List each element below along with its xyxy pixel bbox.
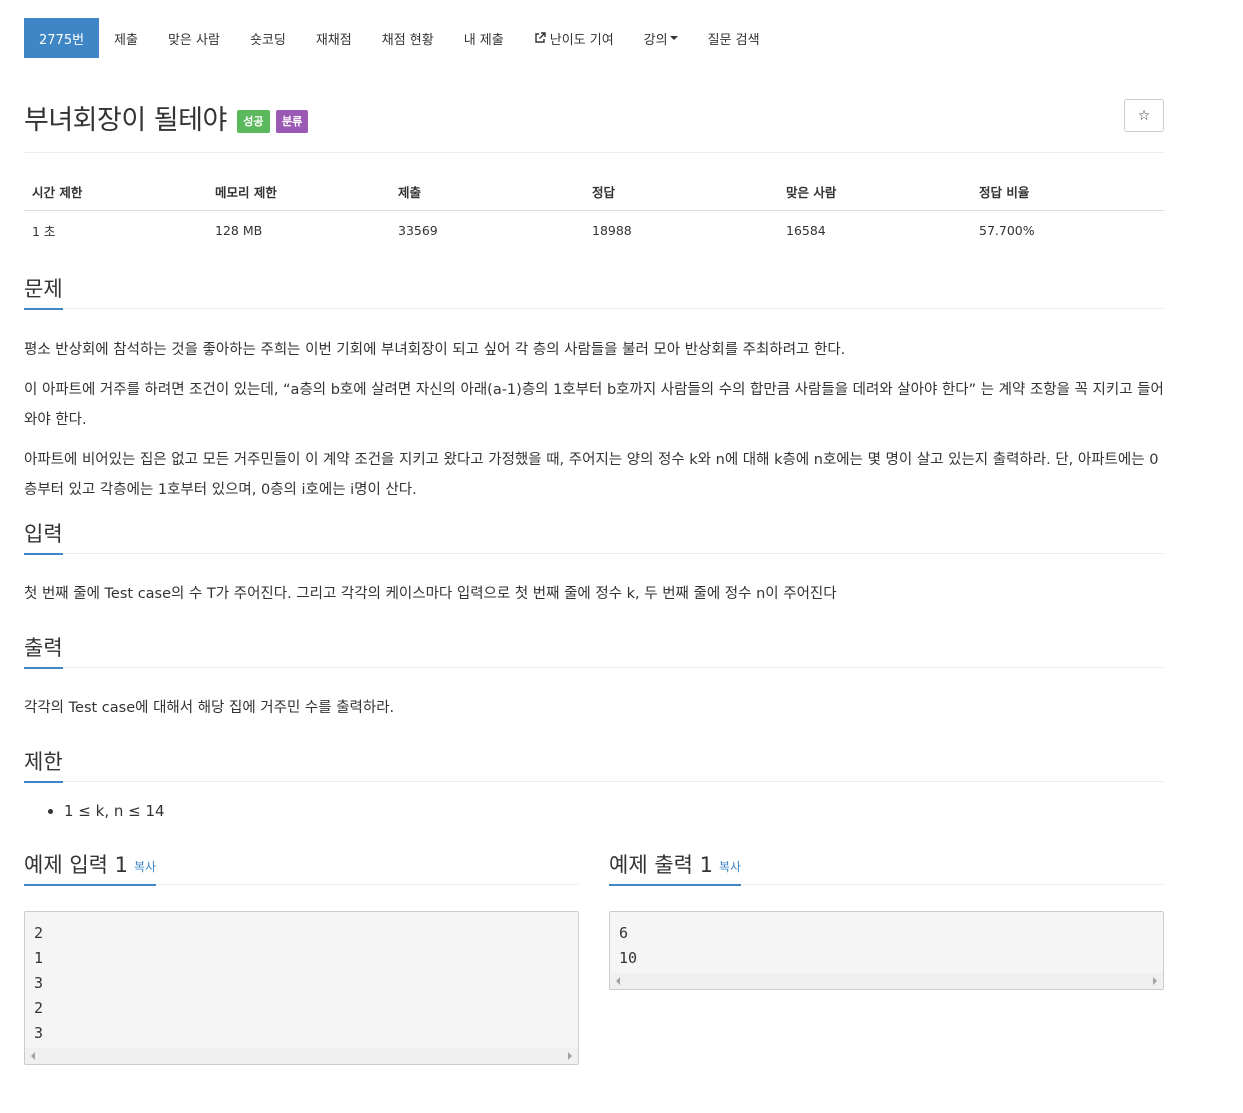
problem-headline: 문제 <box>24 264 1164 310</box>
problem-info-table: 시간 제한 메모리 제한 제출 정답 맞은 사람 정답 비율 1 초 128 M… <box>24 172 1164 250</box>
output-section-title: 출력 <box>24 624 63 669</box>
sample-output-box[interactable]: 6 10 <box>609 911 1164 990</box>
limit-item: 1 ≤ k, n ≤ 14 <box>64 800 1164 822</box>
info-value-accuracy: 57.700% <box>979 223 1035 238</box>
info-value-accepted: 18988 <box>592 223 632 238</box>
nav-tab-my-submissions-label: 내 제출 <box>463 32 504 48</box>
nav-tab-rejudge[interactable]: 재채점 <box>301 18 367 58</box>
info-value-time-limit: 1 초 <box>32 224 56 239</box>
nav-tab-submit-label: 제출 <box>114 32 138 48</box>
status-badge-success: 성공 <box>237 110 270 133</box>
sample-output-title-text: 예제 출력 1 <box>609 853 713 877</box>
info-header-row: 시간 제한 메모리 제한 제출 정답 맞은 사람 정답 비율 <box>24 172 1164 211</box>
nav-tab-rejudge-label: 재채점 <box>315 32 352 48</box>
copy-sample-input-button[interactable]: 복사 <box>134 860 156 874</box>
problem-section: 문제 평소 반상회에 참석하는 것을 좋아하는 주희는 이번 기회에 부녀회장이… <box>24 264 1164 505</box>
input-text: 첫 번째 줄에 Test case의 수 T가 주어진다. 그리고 각각의 케이… <box>24 586 837 602</box>
problem-paragraph: 평소 반상회에 참석하는 것을 좋아하는 주희는 이번 기회에 부녀회장이 되고… <box>24 342 846 358</box>
nav-tab-submit[interactable]: 제출 <box>99 18 153 58</box>
nav-tab-status[interactable]: 채점 현황 <box>367 18 449 58</box>
info-header-accepted: 정답 <box>584 172 778 211</box>
info-header-accuracy: 정답 비율 <box>971 172 1164 211</box>
output-section: 출력 각각의 Test case에 대해서 해당 집에 거주민 수를 출력하라. <box>24 623 1164 723</box>
problem-title: 부녀회장이 될테야 <box>24 105 227 136</box>
problem-paragraph: 이 아파트에 거주를 하려면 조건이 있는데, “a층의 b호에 살려면 자신의… <box>24 382 1164 428</box>
info-value-submissions: 33569 <box>398 223 438 238</box>
scroll-left-icon[interactable] <box>31 1052 35 1060</box>
scroll-left-icon[interactable] <box>616 977 620 985</box>
nav-tab-problem[interactable]: 2775번 <box>24 18 100 58</box>
nav-tab-accepted-users-label: 맞은 사람 <box>167 32 220 48</box>
sample-output-scrollbar[interactable] <box>610 973 1163 989</box>
caret-down-icon <box>669 36 678 40</box>
nav-tab-difficulty-contribution[interactable]: 난이도 기여 <box>519 18 629 58</box>
sample-input-column: 예제 입력 1 복사 2 1 3 2 3 <box>24 840 579 1065</box>
input-description: 첫 번째 줄에 Test case의 수 T가 주어진다. 그리고 각각의 케이… <box>24 554 1164 609</box>
problem-nav: 2775번 제출 맞은 사람 숏코딩 재채점 채점 현황 내 제출 난이도 기여… <box>24 18 1164 58</box>
favorite-star-button[interactable]: ☆ <box>1124 99 1164 132</box>
sample-input-title-text: 예제 입력 1 <box>24 853 128 877</box>
scroll-right-icon[interactable] <box>1153 977 1157 985</box>
limit-headline: 제한 <box>24 737 1164 783</box>
sample-output-headline: 예제 출력 1 복사 <box>609 840 1164 886</box>
problem-title-row: 부녀회장이 될테야 성공 분류 ☆ <box>24 98 1164 153</box>
info-value-accepted-users: 16584 <box>786 223 826 238</box>
category-badge[interactable]: 분류 <box>275 110 309 133</box>
sample-input-box[interactable]: 2 1 3 2 3 <box>24 911 579 1065</box>
external-link-icon <box>535 32 546 43</box>
sample-output-title: 예제 출력 1 복사 <box>609 841 742 886</box>
info-header-accepted-users: 맞은 사람 <box>778 172 971 211</box>
nav-tab-short-coding-label: 숏코딩 <box>249 32 286 48</box>
nav-tab-accepted-users[interactable]: 맞은 사람 <box>153 18 235 58</box>
output-description: 각각의 Test case에 대해서 해당 집에 거주민 수를 출력하라. <box>24 668 1164 723</box>
sample-input-text: 2 1 3 2 3 <box>34 924 44 1042</box>
star-icon: ☆ <box>1137 107 1151 124</box>
nav-tab-difficulty-contribution-label: 난이도 기여 <box>549 32 614 48</box>
input-section: 입력 첫 번째 줄에 Test case의 수 T가 주어진다. 그리고 각각의… <box>24 509 1164 609</box>
output-text: 각각의 Test case에 대해서 해당 집에 거주민 수를 출력하라. <box>24 700 395 716</box>
problem-section-title: 문제 <box>24 265 63 310</box>
scroll-right-icon[interactable] <box>568 1052 572 1060</box>
info-header-time-limit: 시간 제한 <box>24 172 207 211</box>
nav-tab-status-label: 채점 현황 <box>381 32 434 48</box>
limit-section: 제한 1 ≤ k, n ≤ 14 <box>24 737 1164 822</box>
limit-list: 1 ≤ k, n ≤ 14 <box>24 800 1164 822</box>
input-section-title: 입력 <box>24 510 63 555</box>
samples-row: 예제 입력 1 복사 2 1 3 2 3 예제 출력 1 복사 6 10 <box>24 840 1164 1065</box>
sample-input-scrollbar[interactable] <box>25 1048 578 1064</box>
problem-paragraph: 아파트에 비어있는 집은 없고 모든 거주민들이 이 계약 조건을 지키고 왔다… <box>24 452 1159 498</box>
sample-output-text: 6 10 <box>619 924 638 967</box>
output-headline: 출력 <box>24 623 1164 669</box>
nav-tab-problem-label: 2775번 <box>39 32 85 48</box>
info-value-memory-limit: 128 MB <box>215 223 263 238</box>
sample-output-column: 예제 출력 1 복사 6 10 <box>609 840 1164 1065</box>
sample-input-title: 예제 입력 1 복사 <box>24 841 157 886</box>
nav-tab-lectures[interactable]: 강의 <box>629 18 693 58</box>
input-headline: 입력 <box>24 509 1164 555</box>
nav-tab-question-search[interactable]: 질문 검색 <box>693 18 775 58</box>
page-container: 2775번 제출 맞은 사람 숏코딩 재채점 채점 현황 내 제출 난이도 기여… <box>24 18 1164 1065</box>
sample-input-headline: 예제 입력 1 복사 <box>24 840 579 886</box>
nav-tab-short-coding[interactable]: 숏코딩 <box>235 18 301 58</box>
limit-section-title: 제한 <box>24 738 63 783</box>
copy-sample-output-button[interactable]: 복사 <box>719 860 741 874</box>
nav-tab-my-submissions[interactable]: 내 제출 <box>449 18 519 58</box>
info-value-row: 1 초 128 MB 33569 18988 16584 57.700% <box>24 211 1164 251</box>
nav-tab-question-search-label: 질문 검색 <box>707 32 760 48</box>
problem-description: 평소 반상회에 참석하는 것을 좋아하는 주희는 이번 기회에 부녀회장이 되고… <box>24 309 1164 505</box>
info-header-memory-limit: 메모리 제한 <box>207 172 390 211</box>
nav-tab-lectures-label: 강의 <box>643 32 668 48</box>
info-header-submissions: 제출 <box>390 172 584 211</box>
